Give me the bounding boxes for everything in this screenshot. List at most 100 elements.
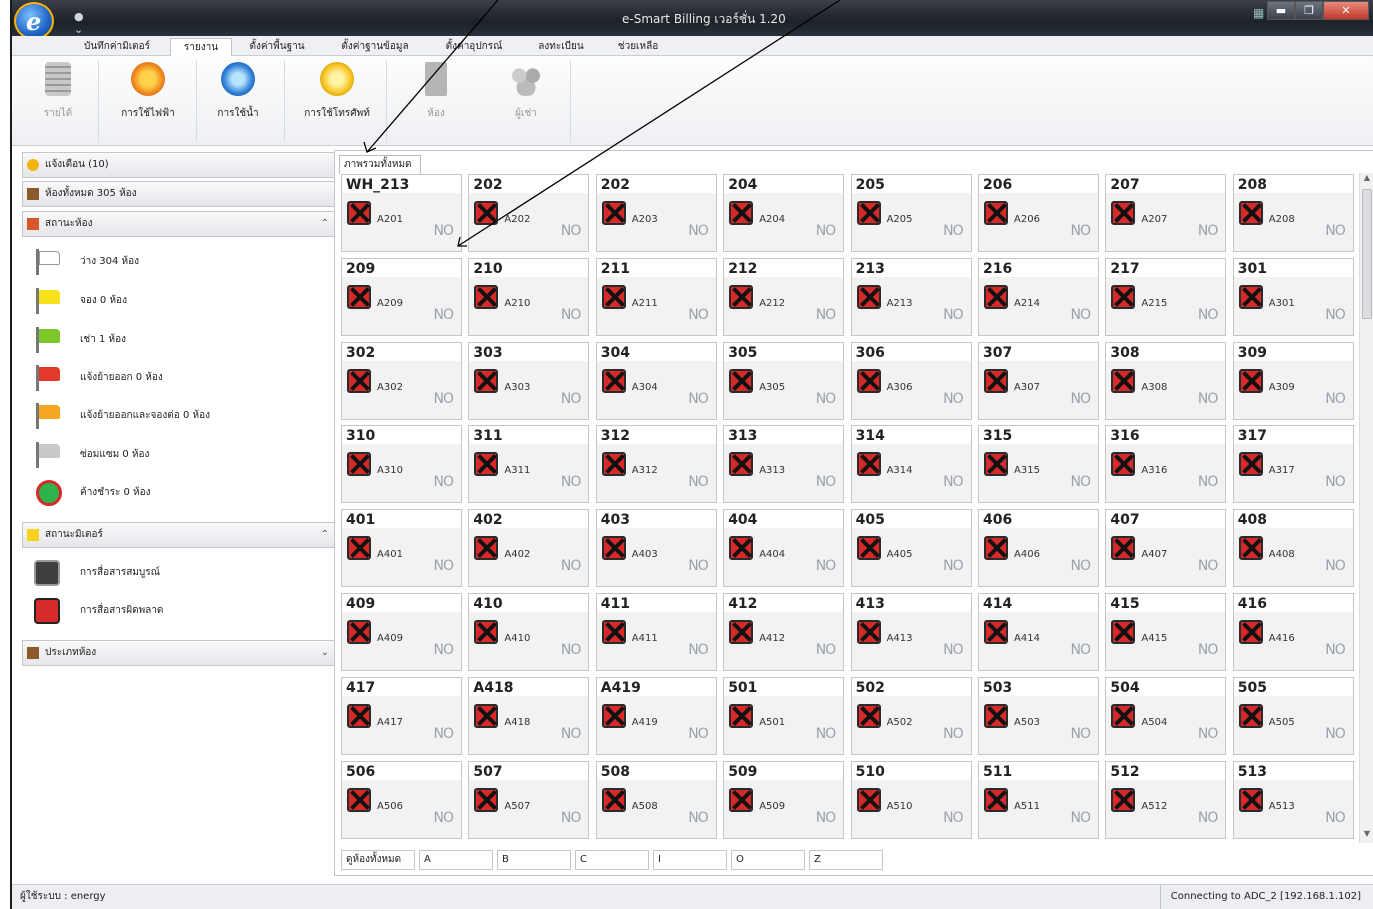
- tab-report[interactable]: รายงาน: [170, 38, 232, 56]
- room-card[interactable]: 511 A511 NO: [978, 760, 1099, 839]
- room-card[interactable]: 413 A413 NO: [850, 593, 972, 671]
- room-card[interactable]: 303 A303 NO: [468, 341, 590, 420]
- room-card[interactable]: WH_213 A201 NO: [341, 174, 462, 252]
- room-card[interactable]: 202 A203 NO: [595, 174, 717, 252]
- room-card[interactable]: 509 A509 NO: [723, 760, 845, 839]
- scroll-down-icon[interactable]: ▼: [1360, 829, 1373, 843]
- room-card[interactable]: 507 A507 NO: [468, 760, 590, 839]
- meter-status-header[interactable]: สถานะมิเตอร์ ⌃: [22, 522, 338, 548]
- status-overdue[interactable]: ค้างชำระ 0 ห้อง: [34, 478, 151, 508]
- room-card[interactable]: 312 A312 NO: [595, 425, 717, 504]
- room-card[interactable]: 205 A205 NO: [850, 174, 972, 252]
- room-card[interactable]: 204 A204 NO: [723, 174, 845, 252]
- room-card[interactable]: 311 A311 NO: [468, 425, 590, 504]
- room-card[interactable]: 503 A503 NO: [978, 676, 1099, 755]
- room-card[interactable]: 206 A206 NO: [978, 174, 1099, 252]
- tab-overview[interactable]: ภาพรวมทั้งหมด: [339, 155, 421, 174]
- room-card[interactable]: A419 A419 NO: [595, 676, 717, 755]
- room-card[interactable]: 505 A505 NO: [1232, 676, 1354, 755]
- water-usage-button[interactable]: การใช้น้ำ: [206, 60, 270, 140]
- chevron-down-icon[interactable]: ⌄: [321, 641, 329, 665]
- filter-building-b[interactable]: B: [497, 850, 571, 870]
- room-card[interactable]: 209 A209 NO: [341, 257, 462, 336]
- room-card[interactable]: 216 A214 NO: [978, 257, 1099, 336]
- room-card[interactable]: 512 A512 NO: [1105, 760, 1227, 839]
- room-card[interactable]: 416 A416 NO: [1232, 593, 1354, 671]
- room-card[interactable]: 307 A307 NO: [978, 341, 1099, 420]
- total-rooms-item[interactable]: ห้องทั้งหมด 305 ห้อง: [22, 181, 338, 207]
- room-card[interactable]: 202 A202 NO: [468, 174, 590, 252]
- room-card[interactable]: 305 A305 NO: [723, 341, 845, 420]
- chevron-up-icon[interactable]: ⌃: [321, 523, 329, 547]
- meter-comm-ok[interactable]: การสื่อสารสมบูรณ์: [34, 558, 160, 588]
- room-card[interactable]: 402 A402 NO: [468, 509, 590, 588]
- room-card[interactable]: A418 A418 NO: [468, 676, 590, 755]
- vertical-scrollbar[interactable]: ▲ ▼: [1359, 173, 1373, 843]
- room-card[interactable]: 213 A213 NO: [850, 257, 972, 336]
- tab-device-settings[interactable]: ตั้งค่าอุปกรณ์: [432, 38, 516, 56]
- tab-meter-record[interactable]: บันทึกค่ามิเตอร์: [72, 38, 162, 56]
- room-card[interactable]: 410 A410 NO: [468, 593, 590, 671]
- tab-basic-settings[interactable]: ตั้งค่าพื้นฐาน: [238, 38, 316, 56]
- filter-all-rooms[interactable]: ดูห้องทั้งหมด: [341, 850, 415, 870]
- room-card[interactable]: 502 A502 NO: [850, 676, 972, 755]
- room-card[interactable]: 217 A215 NO: [1105, 257, 1227, 336]
- filter-building-z[interactable]: Z: [809, 850, 883, 870]
- room-card[interactable]: 317 A317 NO: [1232, 425, 1354, 504]
- room-card[interactable]: 309 A309 NO: [1232, 341, 1354, 420]
- room-card[interactable]: 304 A304 NO: [595, 341, 717, 420]
- meter-comm-error[interactable]: การสื่อสารผิดพลาด: [34, 596, 163, 626]
- status-moving-out[interactable]: แจ้งย้ายออก 0 ห้อง: [34, 363, 163, 393]
- room-card[interactable]: 415 A415 NO: [1105, 593, 1227, 671]
- room-card[interactable]: 306 A306 NO: [850, 341, 972, 420]
- room-card[interactable]: 417 A417 NO: [341, 676, 462, 755]
- status-rented[interactable]: เช่า 1 ห้อง: [34, 325, 126, 355]
- status-reserved[interactable]: จอง 0 ห้อง: [34, 286, 127, 316]
- room-card[interactable]: 405 A405 NO: [850, 509, 972, 588]
- maximize-button[interactable]: ❐: [1295, 1, 1323, 20]
- scroll-thumb[interactable]: [1362, 189, 1372, 319]
- room-card[interactable]: 508 A508 NO: [595, 760, 717, 839]
- room-card[interactable]: 313 A313 NO: [723, 425, 845, 504]
- room-card[interactable]: 407 A407 NO: [1105, 509, 1227, 588]
- room-card[interactable]: 211 A211 NO: [595, 257, 717, 336]
- chevron-up-icon[interactable]: ⌃: [321, 212, 329, 236]
- filter-building-a[interactable]: A: [419, 850, 493, 870]
- room-card[interactable]: 406 A406 NO: [978, 509, 1099, 588]
- income-button[interactable]: รายได้: [26, 60, 90, 140]
- room-status-header[interactable]: สถานะห้อง ⌃: [22, 211, 338, 237]
- room-card[interactable]: 210 A210 NO: [468, 257, 590, 336]
- room-card[interactable]: 513 A513 NO: [1232, 760, 1354, 839]
- room-card[interactable]: 315 A315 NO: [978, 425, 1099, 504]
- status-vacant[interactable]: ว่าง 304 ห้อง: [34, 247, 139, 277]
- room-card[interactable]: 316 A316 NO: [1105, 425, 1227, 504]
- alerts-item[interactable]: แจ้งเตือน (10): [22, 152, 338, 178]
- room-card[interactable]: 510 A510 NO: [850, 760, 972, 839]
- room-card[interactable]: 409 A409 NO: [341, 593, 462, 671]
- room-type-header[interactable]: ประเภทห้อง ⌄: [22, 640, 338, 666]
- scroll-up-icon[interactable]: ▲: [1360, 173, 1373, 187]
- quick-access-menu-icon[interactable]: ● ⌄: [74, 10, 96, 36]
- room-card[interactable]: 411 A411 NO: [595, 593, 717, 671]
- filter-building-i[interactable]: I: [653, 850, 727, 870]
- room-card[interactable]: 401 A401 NO: [341, 509, 462, 588]
- room-card[interactable]: 414 A414 NO: [978, 593, 1099, 671]
- room-card[interactable]: 408 A408 NO: [1232, 509, 1354, 588]
- status-moving-out-reserved[interactable]: แจ้งย้ายออกและจองต่อ 0 ห้อง: [34, 401, 210, 431]
- tenants-button[interactable]: ผู้เช่า: [494, 60, 558, 140]
- room-card[interactable]: 412 A412 NO: [723, 593, 845, 671]
- electricity-usage-button[interactable]: การใช้ไฟฟ้า: [108, 60, 188, 140]
- tab-database-settings[interactable]: ตั้งค่าฐานข้อมูล: [332, 38, 418, 56]
- minimize-button[interactable]: ▬: [1267, 1, 1295, 20]
- room-card[interactable]: 310 A310 NO: [341, 425, 462, 504]
- tab-register[interactable]: ลงทะเบียน: [528, 38, 594, 56]
- room-card[interactable]: 208 A208 NO: [1232, 174, 1354, 252]
- app-logo-icon[interactable]: e: [14, 2, 54, 40]
- room-card[interactable]: 404 A404 NO: [723, 509, 845, 588]
- room-card[interactable]: 207 A207 NO: [1105, 174, 1227, 252]
- room-card[interactable]: 504 A504 NO: [1105, 676, 1227, 755]
- room-card[interactable]: 212 A212 NO: [723, 257, 845, 336]
- room-card[interactable]: 501 A501 NO: [723, 676, 845, 755]
- room-button[interactable]: ห้อง: [404, 60, 468, 140]
- status-repair[interactable]: ซ่อมแซม 0 ห้อง: [34, 440, 149, 470]
